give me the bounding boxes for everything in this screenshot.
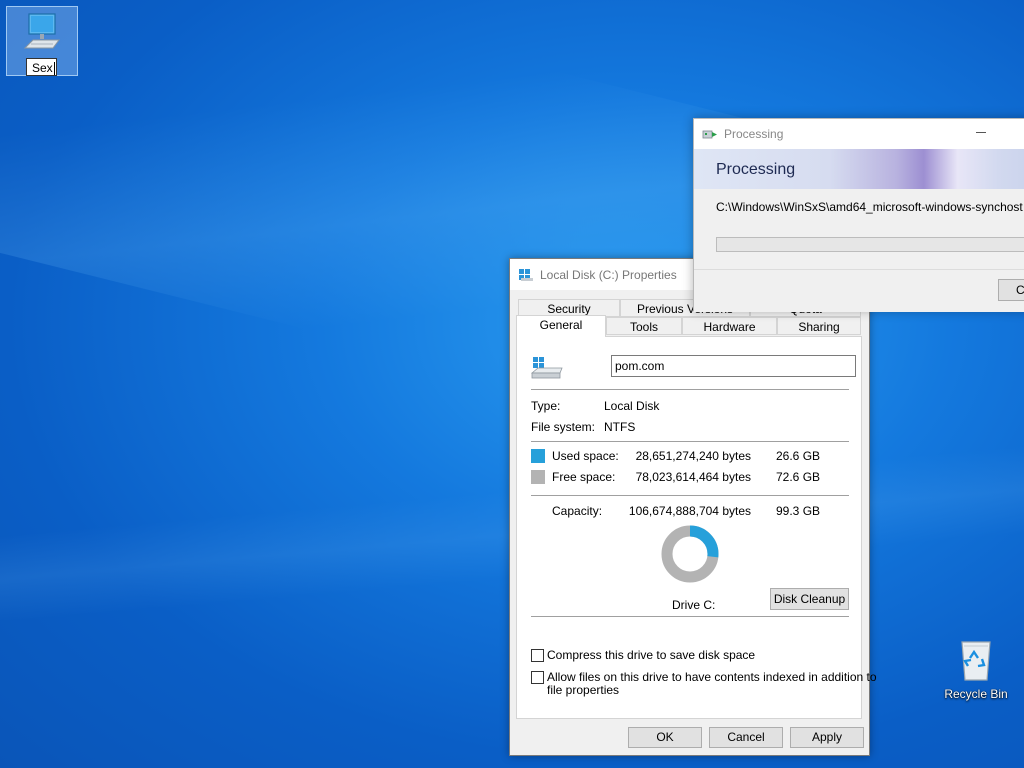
processing-title-bar[interactable]: Processing [694,119,1024,149]
processing-heading: Processing [716,161,796,178]
cancel-label: Cancel [727,730,765,744]
text-caret [53,62,55,76]
disk-cleanup-icon [702,128,718,140]
rename-input[interactable]: Sex [26,58,57,76]
tab-label: General [539,318,583,332]
separator [531,495,849,496]
file-system-value: NTFS [604,420,636,434]
disk-cleanup-button[interactable]: Disk Cleanup [770,588,849,610]
capacity-label: Capacity: [552,504,603,518]
capacity-gb: 99.3 GB [776,504,821,518]
drive-caption: Drive C: [672,598,716,612]
local-disk-icon [530,355,563,384]
recycle-bin-label: Recycle Bin [944,687,1008,701]
local-disk-properties-dialog: Local Disk (C:) Properties Security Prev… [509,258,877,756]
processing-current-path: C:\Windows\WinSxS\amd64_microsoft-window… [716,200,1023,214]
free-space-bytes: 78,023,614,464 bytes [635,470,751,484]
tab-general[interactable]: General [516,315,606,337]
drive-label-field[interactable] [611,355,856,377]
used-space-label: Used space: [552,449,619,463]
minimize-button[interactable] [976,126,988,138]
compress-label[interactable]: Compress this drive to save disk space [547,648,755,662]
desktop-icon-this-pc[interactable]: Sex [6,6,78,76]
type-value: Local Disk [604,399,660,413]
index-checkbox[interactable] [531,671,544,684]
ok-label: OK [656,730,674,744]
index-label-line1[interactable]: Allow files on this drive to have conten… [547,670,877,684]
tab-sharing[interactable]: Sharing [777,317,861,335]
dialog-title: Local Disk (C:) Properties [540,267,677,282]
computer-icon [23,13,60,49]
separator [531,441,849,442]
tab-tools[interactable]: Tools [606,317,682,335]
used-space-bytes: 28,651,274,240 bytes [635,449,751,463]
file-system-label: File system: [531,420,596,434]
processing-footer [694,269,1024,312]
tab-hardware[interactable]: Hardware [682,317,777,335]
processing-cancel-label: C [1016,283,1024,297]
processing-window: Processing Processing C:\Windows\WinSxS\… [693,118,1024,312]
processing-progress-bar [716,237,1024,252]
disk-cleanup-label: Disk Cleanup [773,592,846,606]
free-space-gb: 72.6 GB [776,470,821,484]
apply-label: Apply [811,730,843,744]
index-label-line2[interactable]: file properties [547,683,619,697]
separator [531,389,849,390]
disk-usage-donut-chart [661,525,719,583]
tab-label: Hardware [703,320,756,334]
compress-checkbox[interactable] [531,649,544,662]
cancel-button[interactable]: Cancel [709,727,783,748]
used-space-swatch [531,449,545,463]
free-space-label: Free space: [552,470,616,484]
separator [531,616,849,617]
apply-button[interactable]: Apply [790,727,864,748]
processing-cancel-button[interactable]: C [998,279,1024,301]
general-tab-panel: Type: Local Disk File system: NTFS Used … [516,336,877,719]
free-space-swatch [531,470,545,484]
rename-input-text: Sex [32,61,53,75]
desktop-icon-recycle-bin[interactable]: Recycle Bin [938,636,1014,701]
drive-icon [518,268,534,282]
processing-window-title: Processing [724,127,784,141]
tab-label: Security [547,302,591,316]
capacity-bytes: 106,674,888,704 bytes [628,504,751,518]
recycle-bin-icon [961,641,991,681]
ok-button[interactable]: OK [628,727,702,748]
type-label: Type: [531,399,561,413]
used-space-gb: 26.6 GB [776,449,821,463]
tab-label: Sharing [798,320,840,334]
tab-label: Tools [629,320,658,334]
